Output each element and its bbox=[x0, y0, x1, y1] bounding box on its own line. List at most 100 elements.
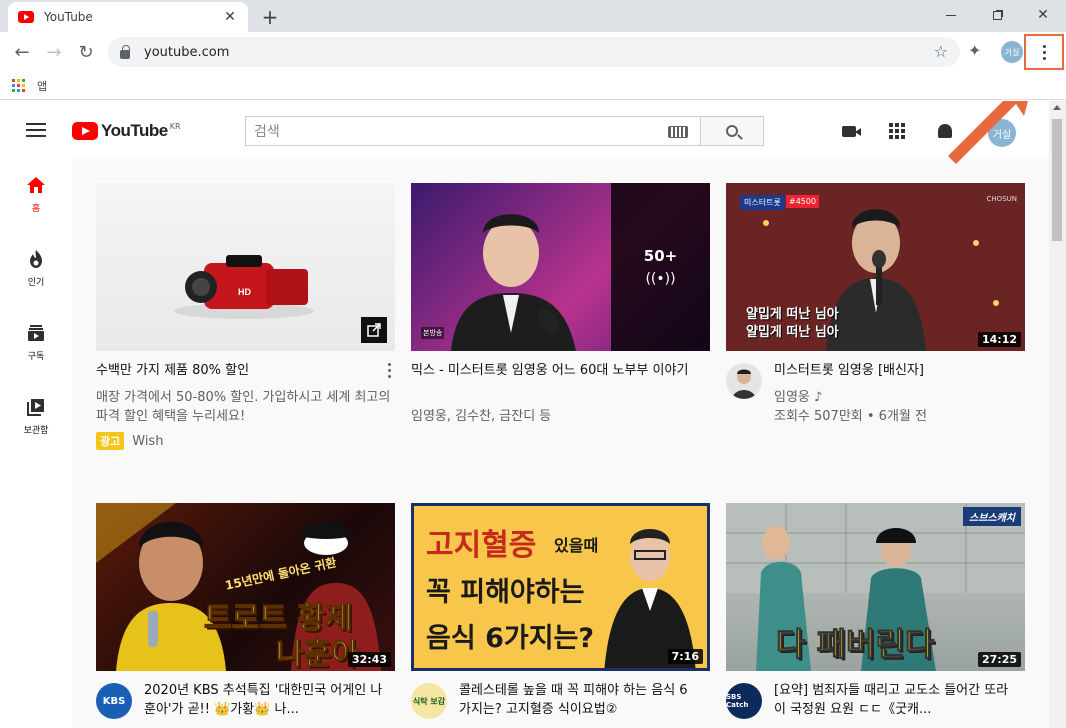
close-icon: ✕ bbox=[1037, 7, 1049, 23]
address-bar[interactable]: youtube.com ☆ bbox=[108, 37, 960, 67]
notifications-button[interactable] bbox=[934, 121, 956, 141]
video-title[interactable]: 콜레스테롤 높을 때 꼭 피해야 하는 음식 6가지는? 고지혈증 식이요법② bbox=[459, 681, 699, 719]
video-card[interactable]: 50+ ((•)) 본방송 믹스 - 미스터트롯 임영웅 어느 60대 노부부 … bbox=[411, 183, 710, 463]
channel-avatar[interactable]: SBS Catch bbox=[726, 683, 762, 719]
video-title[interactable]: 미스터트롯 임영웅 [배신자] bbox=[774, 361, 1014, 380]
back-button[interactable]: ← bbox=[10, 40, 34, 64]
close-window-button[interactable]: ✕ bbox=[1020, 0, 1066, 30]
bookmark-star-icon[interactable]: ☆ bbox=[934, 42, 948, 61]
video-grid: HD 수백만 가지 제품 80% 할인 매장 가격에서 50-80% 할인. 가… bbox=[72, 159, 1049, 728]
apps-grid-icon[interactable] bbox=[12, 79, 25, 92]
extensions-puzzle-icon[interactable]: ✦ bbox=[968, 41, 981, 60]
apps-bookmark-label[interactable]: 앱 bbox=[37, 78, 47, 94]
channel-avatar[interactable]: KBS bbox=[96, 683, 132, 719]
apps-button[interactable] bbox=[886, 121, 908, 141]
video-title[interactable]: [요약] 범죄자들 때리고 교도소 들어간 또라이 국정원 요원 ㄷㄷ《굿캐..… bbox=[774, 681, 1014, 719]
subtitle-line: 얄밉게 떠난 님아 bbox=[746, 307, 839, 322]
advertiser-name[interactable]: Wish bbox=[132, 434, 163, 449]
playlist-count: 50+ bbox=[643, 247, 678, 265]
reload-button[interactable]: ↻ bbox=[74, 40, 98, 64]
ad-thumbnail[interactable]: HD bbox=[96, 183, 395, 351]
channel-watermark: CHOSUN bbox=[986, 195, 1017, 203]
search-input[interactable]: 검색 bbox=[245, 116, 701, 146]
video-thumbnail[interactable]: 스브스캐치 다 패버린다 27:25 bbox=[726, 503, 1025, 671]
sidebar-item-library[interactable]: 보관함 bbox=[0, 381, 72, 455]
thumbnail-caption: 있을때 bbox=[554, 536, 599, 555]
video-duration: 32:43 bbox=[347, 652, 391, 667]
contestant-badge: #4500 bbox=[786, 195, 820, 208]
forward-arrow-icon: → bbox=[46, 41, 62, 63]
browser-tab-strip: YouTube ✕ + ✕ bbox=[0, 0, 1066, 32]
browser-tab[interactable]: YouTube ✕ bbox=[8, 2, 248, 32]
svg-text:HD: HD bbox=[238, 287, 251, 297]
playlist-overlay: 50+ ((•)) bbox=[611, 183, 710, 351]
channel-avatar[interactable]: 식탁 보감 bbox=[411, 683, 447, 719]
minimize-button[interactable] bbox=[928, 0, 974, 30]
video-thumbnail[interactable]: 고지혈증 있을때 꼭 피해야하는 음식 6가지는? 7:16 bbox=[411, 503, 710, 671]
video-title[interactable]: 2020년 KBS 추석특집 '대한민국 어게인 나훈아'가 곧!! 👑가황👑 … bbox=[144, 681, 384, 719]
library-icon bbox=[26, 397, 46, 417]
video-thumbnail[interactable]: 15년만에 돌아온 귀환 트로트 황제 나훈아 32:43 bbox=[96, 503, 395, 671]
sidebar-item-label: 홈 bbox=[31, 204, 41, 214]
thumbnail-headline: 음식 6가지는? bbox=[426, 623, 595, 654]
flame-icon bbox=[26, 249, 46, 269]
region-code: KR bbox=[169, 121, 181, 131]
ad-card[interactable]: HD 수백만 가지 제품 80% 할인 매장 가격에서 50-80% 할인. 가… bbox=[96, 183, 395, 463]
scroll-up-icon[interactable] bbox=[1053, 105, 1061, 110]
menu-highlight-box bbox=[1024, 34, 1064, 70]
thumbnail-headline: 고지혈증 bbox=[426, 528, 537, 563]
video-card[interactable]: 미스터트롯 #4500 CHOSUN 얄밉게 떠난 님아 얄밉게 떠난 님아 1… bbox=[726, 183, 1025, 463]
page-scrollbar[interactable] bbox=[1049, 101, 1066, 728]
bookmarks-bar: 앱 bbox=[0, 72, 1066, 100]
video-thumbnail[interactable]: 50+ ((•)) 본방송 bbox=[411, 183, 710, 351]
tab-title: YouTube bbox=[44, 10, 93, 24]
lock-icon bbox=[120, 44, 130, 59]
channel-avatar[interactable] bbox=[726, 363, 762, 399]
search-placeholder: 검색 bbox=[254, 124, 280, 140]
youtube-favicon-icon bbox=[18, 11, 34, 23]
minimize-icon bbox=[946, 14, 956, 16]
scrollbar-thumb[interactable] bbox=[1052, 119, 1062, 241]
sidebar-item-label: 인기 bbox=[27, 278, 45, 288]
hamburger-menu-icon[interactable] bbox=[26, 123, 46, 137]
video-meta: 임영웅, 김수찬, 금잔디 등 bbox=[411, 409, 552, 424]
video-duration: 7:16 bbox=[667, 649, 703, 664]
thumbnail-headline: 나훈아 bbox=[276, 637, 360, 672]
video-title[interactable]: 믹스 - 미스터트롯 임영웅 어느 60대 노부부 이야기 bbox=[411, 361, 691, 380]
channel-name[interactable]: 임영웅 ♪ bbox=[774, 388, 822, 407]
tab-close-icon[interactable]: ✕ bbox=[222, 9, 238, 25]
new-tab-button[interactable]: + bbox=[260, 5, 280, 29]
back-arrow-icon: ← bbox=[14, 41, 30, 63]
address-url: youtube.com bbox=[144, 44, 230, 60]
video-meta: 조회수 507만회 • 6개월 전 bbox=[774, 409, 927, 424]
radio-icon: ((•)) bbox=[645, 271, 676, 287]
video-card[interactable]: 15년만에 돌아온 귀환 트로트 황제 나훈아 32:43 KBS 2020년 … bbox=[96, 503, 395, 728]
more-options-icon[interactable] bbox=[388, 363, 391, 378]
sidebar-item-subscriptions[interactable]: 구독 bbox=[0, 307, 72, 381]
video-card[interactable]: 고지혈증 있을때 꼭 피해야하는 음식 6가지는? 7:16 식탁 보감 콜레스… bbox=[411, 503, 710, 728]
bell-icon bbox=[938, 124, 952, 138]
channel-corner-tag: 스브스캐치 bbox=[963, 507, 1021, 526]
external-link-icon[interactable] bbox=[361, 317, 387, 343]
ad-description: 매장 가격에서 50-80% 할인. 가입하시고 세계 최고의 파격 할인 혜택… bbox=[96, 390, 391, 424]
create-video-button[interactable] bbox=[838, 121, 861, 141]
account-avatar[interactable]: 거실 bbox=[988, 119, 1016, 147]
video-title[interactable]: 수백만 가지 제품 80% 할인 bbox=[96, 361, 366, 380]
forward-button[interactable]: → bbox=[42, 40, 66, 64]
video-card[interactable]: 스브스캐치 다 패버린다 27:25 SBS Catch [요약] 범죄자들 때… bbox=[726, 503, 1025, 728]
sidebar-item-trending[interactable]: 인기 bbox=[0, 233, 72, 307]
search-button[interactable] bbox=[700, 116, 764, 146]
browser-profile-avatar[interactable]: 거실 bbox=[1001, 41, 1023, 63]
video-camera-icon bbox=[842, 125, 861, 137]
sidebar-item-home[interactable]: 홈 bbox=[0, 159, 72, 233]
youtube-wordmark: YouTube bbox=[101, 121, 168, 140]
video-duration: 27:25 bbox=[977, 652, 1021, 667]
broadcast-tag: 본방송 bbox=[421, 327, 445, 339]
thumbnail-headline: 꼭 피해야하는 bbox=[426, 577, 585, 608]
video-duration: 14:12 bbox=[977, 332, 1021, 347]
youtube-logo[interactable]: YouTube KR bbox=[72, 121, 181, 141]
video-thumbnail[interactable]: 미스터트롯 #4500 CHOSUN 얄밉게 떠난 님아 얄밉게 떠난 님아 1… bbox=[726, 183, 1025, 351]
keyboard-icon[interactable] bbox=[668, 126, 688, 138]
restore-button[interactable] bbox=[974, 0, 1020, 30]
restore-icon bbox=[992, 10, 1002, 20]
